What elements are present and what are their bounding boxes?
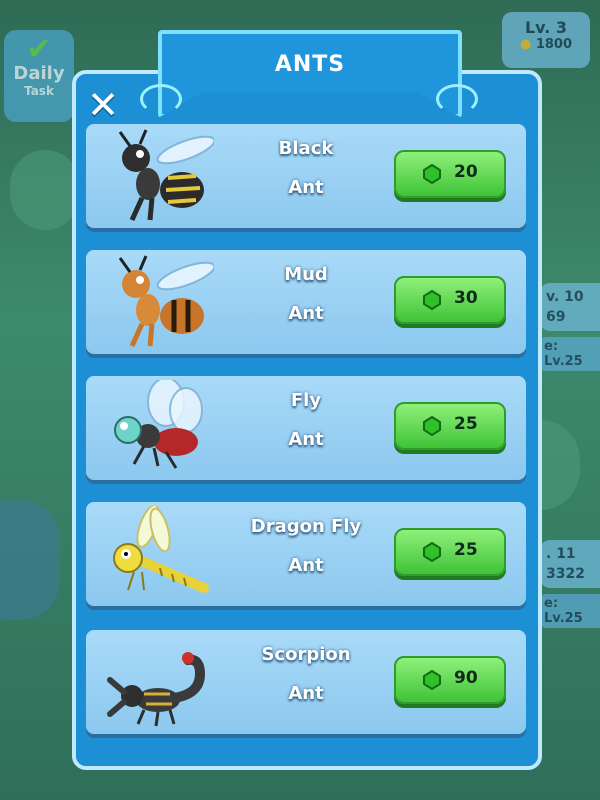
close-button[interactable]: ✕ [84,86,122,124]
price-label: 90 [454,668,478,688]
ant-row-scorpion: Scorpion Ant 90 [86,630,526,734]
ant-row-mud: Mud Ant 30 [86,250,526,354]
daily-task-label: Daily [13,63,65,84]
buy-button[interactable]: 90 [394,656,506,704]
daily-task-sublabel: Task [24,84,54,98]
gem-icon [423,290,441,310]
peek-value: 3322 [546,566,585,582]
coin-icon: ● [519,37,532,52]
close-icon: ✕ [87,83,119,127]
coin-count: ● 1800 [502,37,590,52]
buy-button[interactable]: 20 [394,150,506,198]
ant-row-fly: Fly Ant 25 [86,376,526,480]
ant-name-suffix: Ant [288,555,324,576]
panel-title: ANTS [274,52,346,77]
price-label: 25 [454,414,478,434]
price-label: 30 [454,288,478,308]
ant-name-suffix: Ant [288,683,324,704]
bg-butterfly [0,500,60,620]
peek-requirement: e: Lv.25 [540,337,600,371]
peek-value: 69 [546,309,566,325]
ant-name-suffix: Ant [288,177,324,198]
banner-ornament [436,84,478,114]
buy-button[interactable]: 25 [394,528,506,576]
gem-icon [423,670,441,690]
ant-name: Mud [284,264,328,285]
ant-name: Dragon Fly [250,516,362,537]
level-card-peek: . 11 3322 e: Lv.25 [540,540,600,628]
peek-level: v. 10 [546,289,584,305]
ant-row-black: Black Ant 20 [86,124,526,228]
banner-ornament [140,84,182,114]
price-label: 25 [454,540,478,560]
ant-name-suffix: Ant [288,303,324,324]
gem-icon [423,164,441,184]
gem-icon [423,416,441,436]
level-badge: Lv. 3 ● 1800 [502,12,590,68]
daily-task-button[interactable]: ✔ Daily Task [4,30,74,122]
fly-ant-icon [114,380,203,469]
peek-level: . 11 [546,546,576,562]
dragonfly-ant-icon [113,506,209,593]
check-icon: ✔ [26,32,52,67]
ant-name-suffix: Ant [288,429,324,450]
buy-button[interactable]: 30 [394,276,506,324]
price-label: 20 [454,162,478,182]
black-ant-icon [118,129,214,222]
ant-name: Fly [290,390,322,411]
coin-value: 1800 [535,37,573,52]
mud-ant-icon [118,255,214,348]
scorpion-ant-icon [107,652,206,727]
level-label: Lv. 3 [524,18,568,37]
level-card-peek: v. 10 69 e: Lv.25 [540,283,600,371]
peek-requirement: e: Lv.25 [540,594,600,628]
ant-row-dragonfly: Dragon Fly Ant 25 [86,502,526,606]
ant-name: Scorpion [261,644,351,665]
ant-name: Black [278,138,334,159]
buy-button[interactable]: 25 [394,402,506,450]
gem-icon [423,542,441,562]
bg-shape [10,150,80,230]
